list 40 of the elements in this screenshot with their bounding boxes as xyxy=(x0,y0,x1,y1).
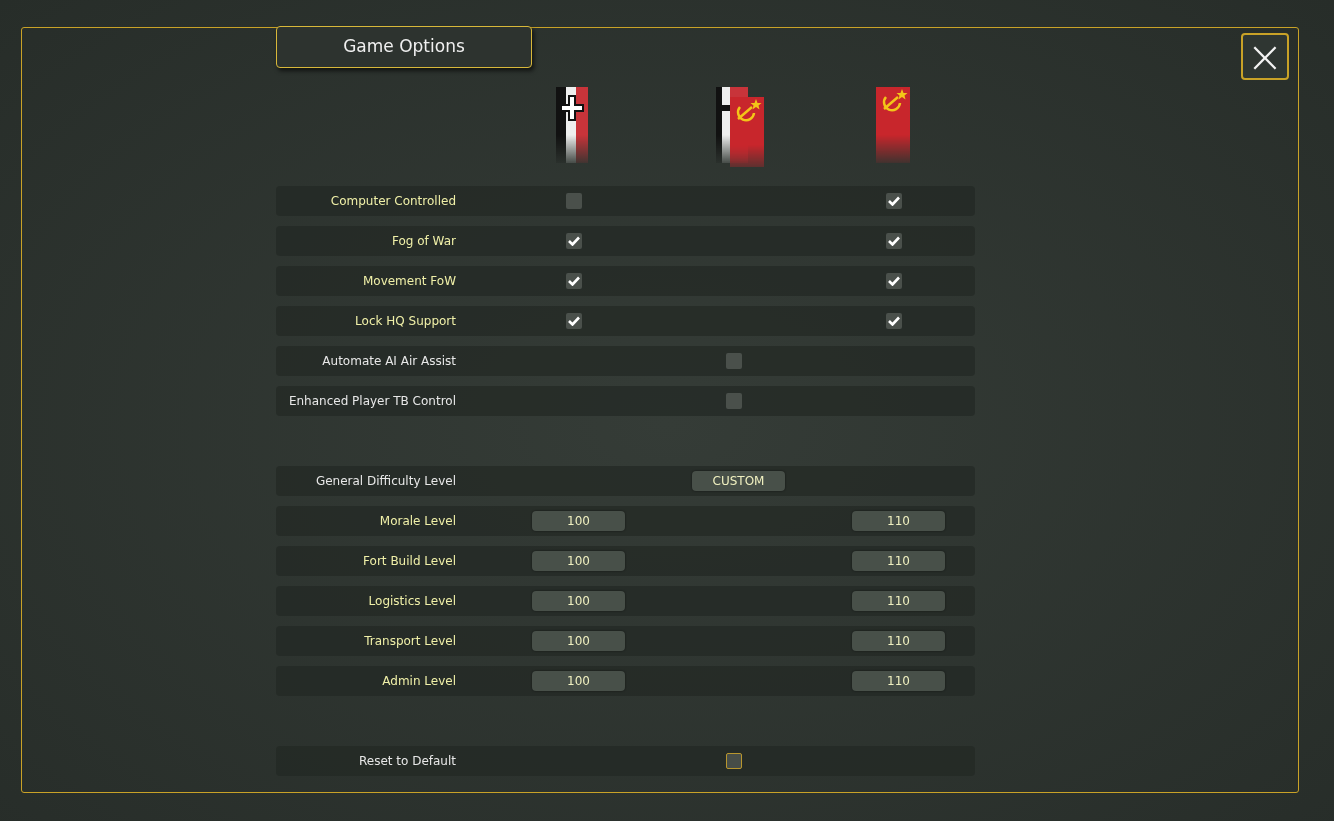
option-label: Automate AI Air Assist xyxy=(321,353,456,370)
checkbox[interactable] xyxy=(886,273,902,289)
option-label: Transport Level xyxy=(363,633,456,650)
option-label: Enhanced Player TB Control xyxy=(287,393,456,410)
option-label: Logistics Level xyxy=(367,593,456,610)
value-field[interactable]: 110 xyxy=(852,671,945,691)
value-field[interactable]: 100 xyxy=(532,671,625,691)
close-button[interactable]: × xyxy=(1241,33,1289,80)
option-label: Fort Build Level xyxy=(362,553,456,570)
option-label: Reset to Default xyxy=(357,753,456,770)
checkbox[interactable] xyxy=(566,313,582,329)
checkbox[interactable] xyxy=(726,353,742,369)
option-label: Admin Level xyxy=(381,673,456,690)
checkbox[interactable] xyxy=(726,753,742,769)
value-field[interactable]: 100 xyxy=(532,591,625,611)
checkbox[interactable] xyxy=(566,233,582,249)
value-field[interactable]: 110 xyxy=(852,511,945,531)
window-title: Game Options xyxy=(276,26,532,68)
value-field[interactable]: 100 xyxy=(532,551,625,571)
combined-flags-icon xyxy=(716,87,764,167)
option-label: General Difficulty Level xyxy=(314,473,456,490)
difficulty-button[interactable]: CUSTOM xyxy=(692,471,785,491)
value-field[interactable]: 110 xyxy=(852,631,945,651)
checkbox[interactable] xyxy=(886,193,902,209)
checkbox[interactable] xyxy=(566,193,582,209)
option-label: Lock HQ Support xyxy=(354,313,456,330)
checkbox[interactable] xyxy=(566,273,582,289)
option-label: Movement FoW xyxy=(361,273,456,290)
value-field[interactable]: 100 xyxy=(532,631,625,651)
striped-flag-icon xyxy=(556,87,588,163)
option-label: Computer Controlled xyxy=(329,193,456,210)
checkbox[interactable] xyxy=(726,393,742,409)
checkbox[interactable] xyxy=(886,313,902,329)
option-label: Fog of War xyxy=(391,233,456,250)
option-label: Morale Level xyxy=(378,513,456,530)
value-field[interactable]: 110 xyxy=(852,551,945,571)
value-field[interactable]: 100 xyxy=(532,511,625,531)
value-field[interactable]: 110 xyxy=(852,591,945,611)
hammer-sickle-flag-icon xyxy=(876,87,910,163)
checkbox[interactable] xyxy=(886,233,902,249)
